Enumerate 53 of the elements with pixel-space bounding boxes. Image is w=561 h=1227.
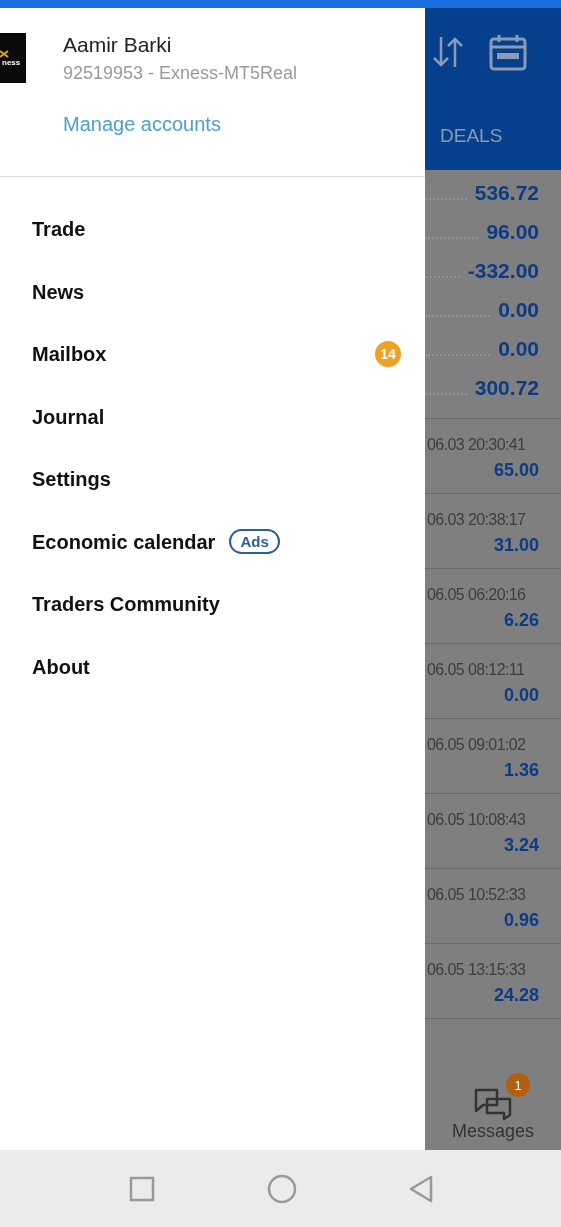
deal-row[interactable]: 06.05 08:12:11 0.00: [425, 644, 561, 719]
menu-item[interactable]: Journal: [0, 385, 425, 448]
summary-value: 536.72: [474, 180, 539, 205]
summary-value: 0.00: [498, 297, 539, 322]
deal-row[interactable]: 06.05 06:20:16 6.26: [425, 569, 561, 644]
deal-row[interactable]: 06.03 20:30:41 65.00: [425, 419, 561, 494]
deal-profit: 0.00: [503, 685, 539, 706]
calendar-icon[interactable]: [489, 33, 527, 71]
manage-accounts-link[interactable]: Manage accounts: [63, 113, 221, 136]
broker-logo: ness: [0, 33, 26, 83]
summary-value: 300.72: [474, 375, 539, 400]
ads-tag: Ads: [229, 529, 280, 555]
summary-value: 0.00: [498, 336, 539, 361]
menu-item[interactable]: Settings: [0, 448, 425, 511]
messages-button[interactable]: Messages 1: [451, 1071, 534, 1142]
menu-item[interactable]: Trade: [0, 198, 425, 261]
home-icon[interactable]: [266, 1173, 297, 1204]
deal-row[interactable]: 06.05 10:08:43 3.24: [425, 794, 561, 869]
deal-time: 06.05 08:12:11: [427, 661, 525, 679]
count-badge: 1: [506, 1073, 530, 1097]
menu-item[interactable]: Traders Community: [0, 573, 425, 636]
deal-time: 06.05 09:01:02: [427, 736, 526, 754]
menu-item[interactable]: About: [0, 635, 425, 698]
account-name: Aamir Barki: [63, 33, 173, 57]
deal-profit: 65.00: [493, 460, 539, 481]
count-badge: 14: [375, 341, 401, 368]
deal-profit: 1.36: [503, 760, 539, 781]
summary-value: -332.00: [467, 258, 539, 283]
menu-item[interactable]: News: [0, 260, 425, 323]
deal-row[interactable]: 06.05 10:52:33 0.96: [425, 869, 561, 944]
chat-icon: [473, 1087, 513, 1121]
account-number: 92519953 - Exness-MT5Real: [63, 63, 298, 84]
recents-icon[interactable]: [128, 1175, 155, 1202]
deal-profit: 31.00: [493, 535, 539, 556]
menu-item[interactable]: Economic calendar Ads: [0, 510, 425, 573]
deal-time: 06.03 20:38:17: [427, 511, 526, 529]
deal-time: 06.03 20:30:41: [427, 436, 526, 454]
sort-icon[interactable]: [433, 35, 463, 69]
deals-tab[interactable]: DEALS: [425, 96, 561, 147]
deal-time: 06.05 10:52:33: [427, 886, 526, 904]
deal-profit: 3.24: [503, 835, 539, 856]
summary-value: 96.00: [486, 219, 539, 244]
deal-row[interactable]: 06.05 13:15:33 24.28: [425, 944, 561, 1019]
deal-profit: 24.28: [493, 985, 539, 1006]
deal-time: 06.05 13:15:33: [427, 961, 526, 979]
menu-item[interactable]: Mailbox 14: [0, 323, 425, 386]
deal-row[interactable]: 06.05 09:01:02 1.36: [425, 719, 561, 794]
deal-row[interactable]: 06.03 20:38:17 31.00: [425, 494, 561, 569]
back-icon[interactable]: [408, 1174, 433, 1203]
deal-time: 06.05 06:20:16: [427, 586, 526, 604]
deal-profit: 0.96: [503, 910, 539, 931]
deal-time: 06.05 10:08:43: [427, 811, 526, 829]
deal-profit: 6.26: [503, 610, 539, 631]
